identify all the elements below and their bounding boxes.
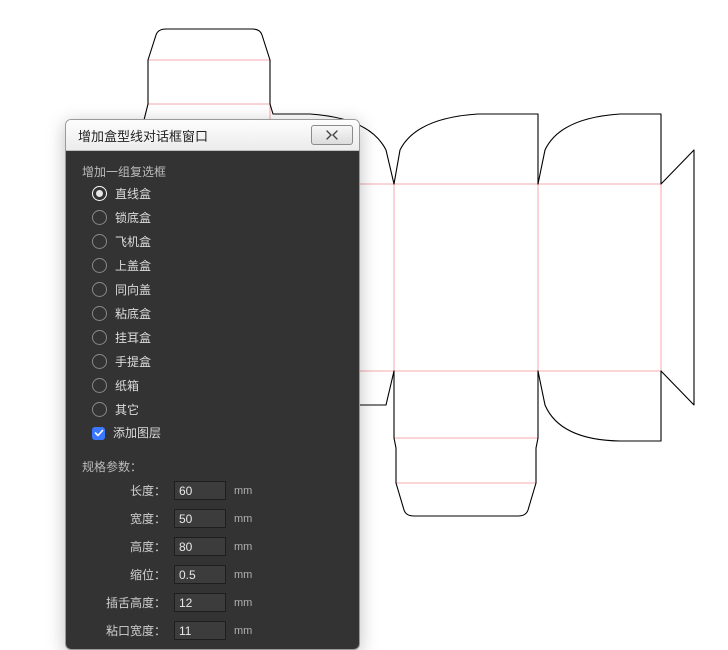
spec-label: 长度：	[86, 484, 166, 498]
radio-icon	[92, 234, 107, 249]
spec-row: 宽度： mm	[86, 509, 343, 528]
spec-unit: mm	[234, 568, 252, 582]
box-type-label: 纸箱	[115, 379, 139, 393]
box-type-option[interactable]: 挂耳盒	[92, 330, 343, 345]
spec-label: 宽度：	[86, 512, 166, 526]
box-type-label: 上盖盒	[115, 259, 151, 273]
spec-unit: mm	[234, 512, 252, 526]
box-type-label: 飞机盒	[115, 235, 151, 249]
radio-icon	[92, 210, 107, 225]
box-type-label: 粘底盒	[115, 307, 151, 321]
spec-input[interactable]	[174, 593, 226, 612]
spec-row: 插舌高度： mm	[86, 593, 343, 612]
box-type-option[interactable]: 粘底盒	[92, 306, 343, 321]
spec-row: 长度： mm	[86, 481, 343, 500]
box-type-option[interactable]: 同向盖	[92, 282, 343, 297]
spec-unit: mm	[234, 540, 252, 554]
box-type-label: 其它	[115, 403, 139, 417]
box-type-option[interactable]: 锁底盒	[92, 210, 343, 225]
box-type-option[interactable]: 其它	[92, 402, 343, 417]
add-layer-label: 添加图层	[113, 426, 161, 440]
box-type-label: 手提盒	[115, 355, 151, 369]
spec-label: 高度：	[86, 540, 166, 554]
radio-icon	[92, 330, 107, 345]
spec-input[interactable]	[174, 509, 226, 528]
dialog-title: 增加盒型线对话框窗口	[78, 126, 208, 145]
spec-input[interactable]	[174, 537, 226, 556]
radio-icon	[92, 402, 107, 417]
spec-row: 粘口宽度： mm	[86, 621, 343, 640]
radio-icon	[92, 186, 107, 201]
box-type-option[interactable]: 纸箱	[92, 378, 343, 393]
box-type-option[interactable]: 飞机盒	[92, 234, 343, 249]
radio-icon	[92, 306, 107, 321]
box-type-group-label: 增加一组复选框	[82, 163, 343, 180]
checkbox-checked-icon	[92, 427, 105, 440]
spec-input[interactable]	[174, 481, 226, 500]
spec-row: 缩位： mm	[86, 565, 343, 584]
close-icon	[325, 128, 339, 143]
radio-icon	[92, 354, 107, 369]
spec-unit: mm	[234, 484, 252, 498]
add-layer-checkbox[interactable]: 添加图层	[92, 426, 343, 440]
dialog-body: 增加一组复选框 直线盒锁底盒飞机盒上盖盒同向盖粘底盒挂耳盒手提盒纸箱其它添加图层…	[66, 151, 359, 649]
spec-label: 插舌高度：	[86, 596, 166, 610]
spec-list: 长度： mm 宽度： mm 高度： mm 缩位： mm 插舌高度： mm 粘口宽度： mm	[82, 481, 343, 640]
box-dieline-dialog: 增加盒型线对话框窗口 增加一组复选框 直线盒锁底盒飞机盒上盖盒同向盖粘底盒挂耳盒…	[65, 119, 360, 650]
spec-label: 粘口宽度：	[86, 624, 166, 638]
spec-header: 规格参数：	[82, 458, 343, 475]
spec-unit: mm	[234, 624, 252, 638]
box-type-option[interactable]: 直线盒	[92, 186, 343, 201]
spec-input[interactable]	[174, 565, 226, 584]
box-type-option[interactable]: 手提盒	[92, 354, 343, 369]
box-type-label: 锁底盒	[115, 211, 151, 225]
radio-icon	[92, 282, 107, 297]
spec-unit: mm	[234, 596, 252, 610]
box-type-label: 直线盒	[115, 187, 151, 201]
spec-label: 缩位：	[86, 568, 166, 582]
radio-icon	[92, 378, 107, 393]
box-type-radio-group: 直线盒锁底盒飞机盒上盖盒同向盖粘底盒挂耳盒手提盒纸箱其它添加图层	[82, 186, 343, 440]
box-type-label: 挂耳盒	[115, 331, 151, 345]
spec-row: 高度： mm	[86, 537, 343, 556]
dialog-titlebar[interactable]: 增加盒型线对话框窗口	[66, 120, 359, 151]
close-button[interactable]	[311, 125, 353, 145]
box-type-option[interactable]: 上盖盒	[92, 258, 343, 273]
spec-input[interactable]	[174, 621, 226, 640]
box-type-label: 同向盖	[115, 283, 151, 297]
radio-icon	[92, 258, 107, 273]
